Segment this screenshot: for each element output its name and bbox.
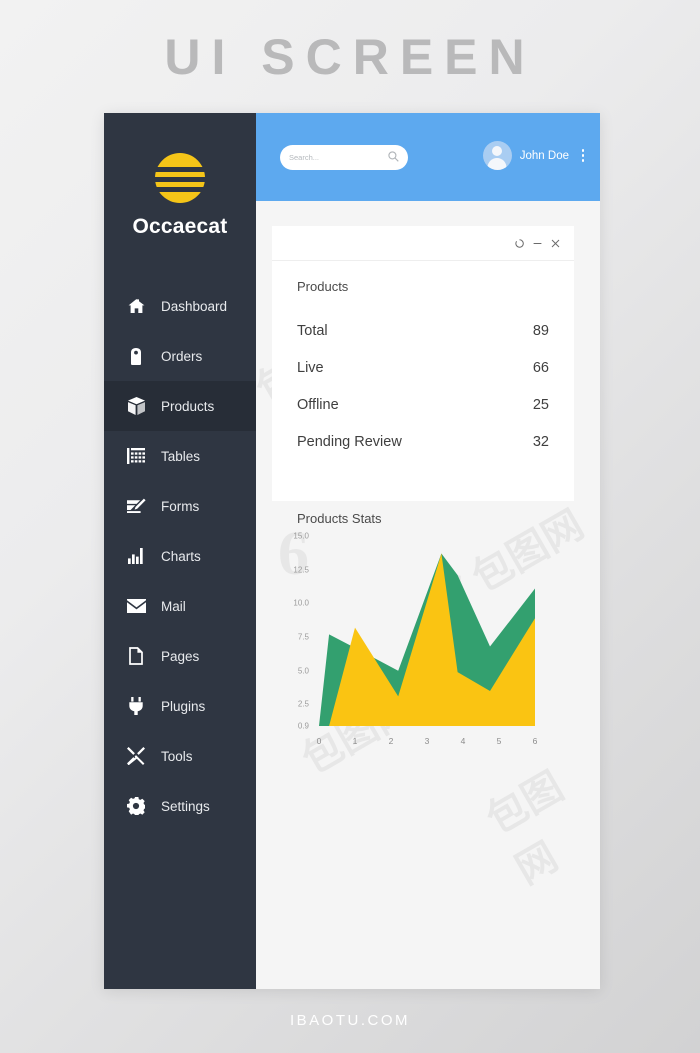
sidebar-item-orders[interactable]: Orders (104, 331, 256, 381)
x-tick-label: 4 (460, 736, 466, 746)
avatar-icon[interactable] (482, 141, 512, 170)
x-tick-label: 2 (388, 736, 394, 746)
stat-label: Pending Review (297, 433, 402, 450)
y-tick-label: 15.0 (293, 531, 309, 541)
table-row: Total 89 (297, 312, 549, 349)
sidebar-item-label: Pages (161, 648, 200, 664)
chart-section: Products Stats 0.9 2.5 5.0 7.5 10.0 12.5 15.0 … (256, 511, 600, 824)
plug-icon (125, 695, 147, 717)
app-window: Occaecat Dashboard Orders Products Table… (104, 113, 600, 989)
stat-value: 25 (532, 396, 549, 413)
search-box[interactable] (280, 145, 408, 170)
table-row: Pending Review 32 (297, 423, 549, 460)
refresh-icon[interactable] (515, 238, 524, 248)
top-bar: John Doe (256, 113, 600, 201)
stat-value: 66 (532, 359, 549, 376)
search-input[interactable] (289, 153, 388, 162)
stat-label: Total (297, 322, 328, 339)
y-tick-label: 0.9 (297, 721, 309, 731)
form-pencil-icon (125, 495, 147, 517)
x-tick-label: 1 (352, 736, 358, 746)
gear-icon (125, 795, 147, 817)
table-row: Live 66 (297, 349, 549, 386)
wrench-screwdriver-icon (125, 745, 147, 767)
y-tick-label: 10.0 (293, 598, 309, 608)
close-icon[interactable] (551, 239, 560, 248)
sidebar-item-label: Orders (161, 348, 203, 364)
page-icon (125, 645, 147, 667)
x-tick-label: 5 (496, 736, 502, 746)
stat-label: Live (297, 359, 324, 376)
card-header (272, 226, 574, 261)
card-body: Products Total 89 Live 66 Offline 25 Pen… (272, 261, 574, 460)
main-content: 6 包图网 6 包图网 包图网 6 包图网 包图网 (249, 201, 600, 989)
minimize-icon[interactable] (533, 239, 542, 248)
sidebar-item-label: Mail (161, 598, 186, 614)
sidebar-item-label: Settings (161, 798, 210, 814)
page-title: UI SCREEN (164, 29, 536, 85)
sidebar-item-pages[interactable]: Pages (104, 631, 256, 681)
grid-icon (125, 445, 147, 467)
y-tick-label: 5.0 (297, 666, 309, 676)
products-card: Products Total 89 Live 66 Offline 25 Pen… (272, 226, 574, 501)
tag-icon (125, 345, 147, 367)
search-icon[interactable] (388, 149, 399, 167)
sidebar-item-forms[interactable]: Forms (104, 481, 256, 531)
sidebar-item-plugins[interactable]: Plugins (104, 681, 256, 731)
sidebar-item-tools[interactable]: Tools (104, 731, 256, 781)
kebab-menu-icon[interactable] (578, 145, 588, 167)
sidebar-item-label: Dashboard (161, 298, 228, 314)
sidebar-item-tables[interactable]: Tables (104, 431, 256, 481)
sidebar-item-label: Tables (161, 448, 201, 464)
user-name: John Doe (519, 149, 569, 162)
sidebar-item-label: Tools (161, 748, 193, 764)
table-row: Offline 25 (297, 386, 549, 423)
sidebar-item-label: Charts (161, 548, 201, 564)
stat-value: 89 (532, 322, 549, 339)
x-tick-label: 0 (316, 736, 322, 746)
brand: Occaecat (104, 113, 256, 239)
y-tick-label: 2.5 (297, 699, 309, 709)
box-icon (125, 395, 147, 417)
sidebar-item-products[interactable]: Products (104, 381, 256, 431)
striped-circle-logo-icon (155, 153, 205, 203)
products-stats-chart: 0.9 2.5 5.0 7.5 10.0 12.5 15.0 0 1 2 3 4 5 6 (256, 531, 600, 824)
sidebar-item-label: Plugins (161, 698, 206, 714)
site-footer: IBAOTU.COM (289, 1012, 410, 1029)
sidebar-item-charts[interactable]: Charts (104, 531, 256, 581)
sidebar: Occaecat Dashboard Orders Products Table… (104, 113, 256, 989)
stat-label: Offline (297, 396, 339, 413)
stat-value: 32 (532, 433, 549, 450)
y-tick-label: 12.5 (293, 565, 309, 575)
chart-title: Products Stats (297, 511, 382, 526)
user-area[interactable]: John Doe (482, 141, 588, 170)
sidebar-item-label: Products (161, 398, 215, 414)
envelope-icon (125, 595, 147, 617)
sidebar-item-label: Forms (161, 498, 200, 514)
card-title: Products (297, 279, 349, 294)
y-tick-label: 7.5 (297, 632, 309, 642)
sidebar-nav: Dashboard Orders Products Tables Forms C… (104, 281, 256, 831)
sidebar-item-mail[interactable]: Mail (104, 581, 256, 631)
x-tick-label: 6 (532, 736, 538, 746)
chart-plot (319, 553, 535, 726)
x-tick-label: 3 (424, 736, 430, 746)
brand-name: Occaecat (132, 215, 228, 238)
sidebar-item-settings[interactable]: Settings (104, 781, 256, 831)
bar-chart-icon (125, 545, 147, 567)
home-icon (125, 295, 147, 317)
sidebar-item-dashboard[interactable]: Dashboard (104, 281, 256, 331)
